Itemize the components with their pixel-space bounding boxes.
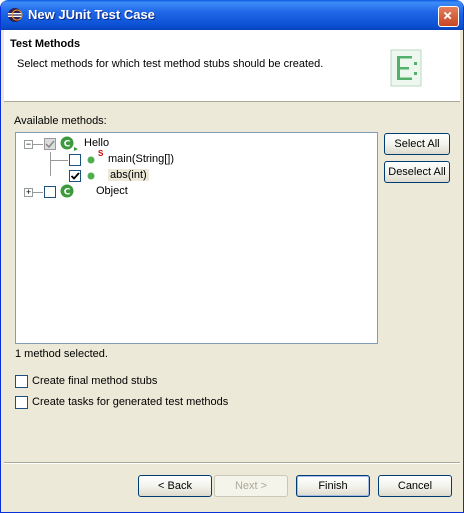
selection-status: 1 method selected. [15, 348, 108, 360]
wizard-body: Available methods: − C Hello S main(Stri… [4, 103, 460, 453]
tree-label-main: main(String[]) [108, 153, 175, 165]
create-tasks-label: Create tasks for generated test methods [32, 396, 229, 408]
class-icon: C [60, 136, 78, 151]
cancel-button[interactable]: Cancel [378, 475, 452, 497]
tree-label-hello: Hello [84, 137, 110, 149]
create-tasks-checkbox[interactable] [15, 396, 28, 409]
wizard-header: Test Methods Select methods for which te… [4, 30, 460, 102]
expand-icon[interactable]: + [24, 188, 33, 197]
finish-button[interactable]: Finish [296, 475, 370, 497]
window-title: New JUnit Test Case [28, 7, 155, 22]
close-button[interactable] [438, 6, 459, 27]
svg-text:C: C [64, 140, 71, 150]
create-tasks-option[interactable]: Create tasks for generated test methods [15, 396, 275, 410]
title-bar[interactable]: New JUnit Test Case [1, 0, 463, 30]
next-button[interactable]: Next > [214, 475, 288, 497]
tree-row-main[interactable]: S main(String[]) [16, 149, 216, 168]
available-methods-label: Available methods: [14, 115, 107, 127]
deselect-all-button[interactable]: Deselect All [384, 161, 450, 183]
public-method-icon [87, 172, 95, 180]
junit-wizard-window: New JUnit Test Case Test Methods Select … [0, 0, 464, 513]
back-button[interactable]: < Back [138, 475, 212, 497]
checkmark-icon [70, 172, 80, 180]
tree-row-abs[interactable]: abs(int) [16, 160, 216, 184]
final-stubs-option[interactable]: Create final method stubs [15, 375, 215, 389]
hello-checkbox[interactable] [44, 138, 56, 150]
svg-text:C: C [64, 188, 71, 198]
eclipse-icon [8, 8, 23, 22]
class-icon: C [60, 184, 74, 198]
footer-separator [4, 462, 460, 464]
select-all-button[interactable]: Select All [384, 133, 450, 155]
static-marker: S [98, 149, 104, 158]
tree-row-hello[interactable]: − C Hello [16, 136, 216, 152]
test-methods-banner-icon [390, 49, 422, 87]
tree-label-object: Object [96, 185, 128, 197]
object-checkbox[interactable] [44, 186, 56, 198]
page-description: Select methods for which test method stu… [17, 58, 324, 70]
final-stubs-label: Create final method stubs [32, 375, 158, 387]
page-title: Test Methods [10, 38, 81, 50]
collapse-icon[interactable]: − [24, 140, 33, 149]
abs-checkbox[interactable] [69, 170, 81, 182]
final-stubs-checkbox[interactable] [15, 375, 28, 388]
close-icon [443, 11, 452, 20]
tree-label-abs: abs(int) [108, 169, 149, 181]
main-checkbox[interactable] [69, 154, 81, 166]
methods-tree[interactable]: − C Hello S main(String[]) abs(int) + C … [15, 132, 378, 344]
tree-row-object[interactable]: + C Object [16, 184, 216, 200]
